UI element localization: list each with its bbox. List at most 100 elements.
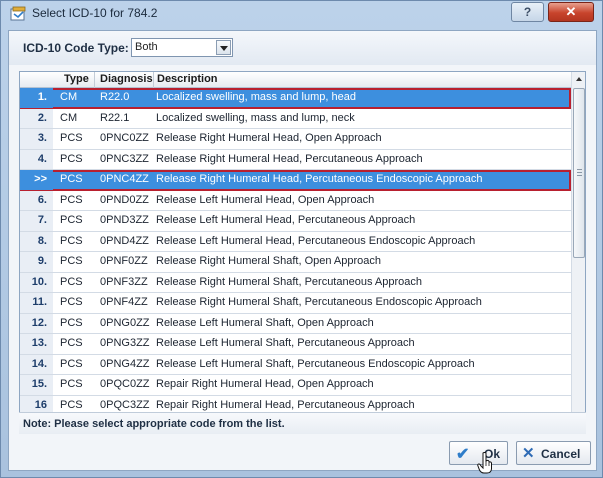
scroll-thumb[interactable] xyxy=(573,88,585,258)
row-description: Release Right Humeral Shaft, Percutaneou… xyxy=(156,296,482,308)
row-description: Release Right Humeral Shaft, Open Approa… xyxy=(156,255,382,267)
table-row[interactable]: 1. CM R22.0 Localized swelling, mass and lu… xyxy=(20,88,571,109)
row-description: Release Right Humeral Head, Percutaneous… xyxy=(156,173,483,185)
title-bar[interactable]: Select ICD-10 for 784.2 ? ✕ xyxy=(1,1,602,27)
row-number: 12. xyxy=(20,313,53,333)
row-number: 9. xyxy=(20,252,53,272)
row-number: 6. xyxy=(20,190,53,210)
row-type: PCS xyxy=(60,193,83,206)
table-row[interactable]: 13. PCS 0PNG3ZZ Release Left Humeral Shaft,… xyxy=(20,334,571,355)
table-row[interactable]: 14. PCS 0PNG4ZZ Release Left Humeral Shaft,… xyxy=(20,354,571,375)
grip-line xyxy=(577,175,582,176)
table-row[interactable]: 4. PCS 0PNC3ZZ Release Right Humeral Head, … xyxy=(20,149,571,170)
scroll-up-arrow-icon[interactable] xyxy=(572,72,585,87)
row-type: PCS xyxy=(60,234,83,247)
vertical-scrollbar[interactable] xyxy=(571,72,585,425)
row-number: 4. xyxy=(20,149,53,169)
close-button[interactable]: ✕ xyxy=(548,2,594,22)
row-number: 1. xyxy=(20,88,53,108)
row-diagnosis-code: R22.0 xyxy=(100,91,130,103)
grip-line xyxy=(577,169,582,170)
row-type: PCS xyxy=(60,337,83,349)
header-type[interactable]: Type xyxy=(64,73,89,85)
row-diagnosis-code: 0PNF4ZZ xyxy=(100,296,148,308)
list-rows: 1. CM R22.0 Localized swelling, mass and lu… xyxy=(20,88,571,416)
row-number: 13. xyxy=(20,334,53,354)
table-row[interactable]: 7. PCS 0PND3ZZ Release Left Humeral Head, P… xyxy=(20,211,571,232)
code-list: Type Diagnosis Description 1. CM R22.0 Loca… xyxy=(19,71,586,426)
row-type: PCS xyxy=(60,132,83,144)
table-row[interactable]: 12. PCS 0PNG0ZZ Release Left Humeral Shaft,… xyxy=(20,313,571,334)
cancel-label: Cancel xyxy=(541,447,581,461)
row-number: 14. xyxy=(20,354,53,374)
row-type: CM xyxy=(60,91,78,103)
note-text: Note: Please select appropriate code fro… xyxy=(23,418,285,430)
row-description: Release Left Humeral Shaft, Percutaneous… xyxy=(156,337,415,349)
row-number: 11. xyxy=(20,293,53,313)
table-row[interactable]: 8. PCS 0PND4ZZ Release Left Humeral Head, P… xyxy=(20,231,571,252)
row-description: Release Right Humeral Shaft, Percutaneou… xyxy=(156,275,422,288)
header-divider xyxy=(94,72,95,88)
row-type: PCS xyxy=(60,296,83,308)
chevron-down-icon[interactable] xyxy=(216,40,231,55)
table-row[interactable]: 3. PCS 0PNC0ZZ Release Right Humeral Head, … xyxy=(20,129,571,150)
row-description: Release Right Humeral Head, Open Approac… xyxy=(156,132,382,144)
row-description: Release Left Humeral Head, Percutaneous … xyxy=(156,214,416,226)
checkmark-icon: ✔ xyxy=(456,446,470,463)
row-type: PCS xyxy=(60,214,83,226)
row-type: PCS xyxy=(60,275,83,288)
table-row[interactable]: 9. PCS 0PNF0ZZ Release Right Humeral Shaft,… xyxy=(20,252,571,273)
table-row[interactable]: 2. CM R22.1 Localized swelling, mass and lu… xyxy=(20,108,571,129)
table-row[interactable]: 10. PCS 0PNF3ZZ Release Right Humeral Shaft… xyxy=(20,272,571,293)
code-type-dropdown[interactable]: Both xyxy=(131,38,233,57)
window-title: Select ICD-10 for 784.2 xyxy=(32,6,158,20)
row-diagnosis-code: 0PNG0ZZ xyxy=(100,316,150,329)
application-icon xyxy=(10,6,26,21)
header-divider xyxy=(153,72,154,88)
row-diagnosis-code: 0PNC0ZZ xyxy=(100,132,149,144)
row-type: CM xyxy=(60,111,78,124)
grip-line xyxy=(577,172,582,173)
row-diagnosis-code: 0PNC4ZZ xyxy=(100,173,149,185)
note-bar: Note: Please select appropriate code fro… xyxy=(19,412,586,434)
row-type: PCS xyxy=(60,152,83,165)
row-type: PCS xyxy=(60,173,83,185)
row-number: 15. xyxy=(20,375,53,395)
table-row[interactable]: 15. PCS 0PQC0ZZ Repair Right Humeral Head, … xyxy=(20,375,571,396)
row-description: Release Left Humeral Head, Percutaneous … xyxy=(156,234,476,247)
header-diagnosis[interactable]: Diagnosis xyxy=(100,73,153,85)
code-type-label: ICD-10 Code Type: xyxy=(23,41,129,55)
row-type: PCS xyxy=(60,357,83,370)
row-type: PCS xyxy=(60,316,83,329)
dialog-window: Select ICD-10 for 784.2 ? ✕ ICD-10 Code … xyxy=(0,0,603,478)
row-description: Localized swelling, mass and lump, head xyxy=(156,91,356,103)
row-description: Release Left Humeral Shaft, Percutaneous… xyxy=(156,357,475,370)
hand-pointer-icon xyxy=(477,452,492,474)
row-type: PCS xyxy=(60,255,83,267)
row-type: PCS xyxy=(60,378,83,390)
row-description: Release Left Humeral Head, Open Approach xyxy=(156,193,375,206)
row-diagnosis-code: 0PNC3ZZ xyxy=(100,152,149,165)
row-number: 10. xyxy=(20,272,53,292)
table-row[interactable]: >> PCS 0PNC4ZZ Release Right Humeral Head, … xyxy=(20,170,571,191)
row-description: Repair Right Humeral Head, Open Approach xyxy=(156,378,374,390)
row-diagnosis-code: R22.1 xyxy=(100,111,130,124)
row-diagnosis-code: 0PNG3ZZ xyxy=(100,337,150,349)
row-description: Localized swelling, mass and lump, neck xyxy=(156,111,355,124)
cancel-button[interactable]: ✕ Cancel xyxy=(516,441,591,465)
row-number: 3. xyxy=(20,129,53,149)
x-icon: ✕ xyxy=(522,445,535,462)
row-number: 7. xyxy=(20,211,53,231)
button-bar: ✔ Ok ✕ Cancel xyxy=(9,436,596,470)
row-diagnosis-code: 0PNF3ZZ xyxy=(100,275,148,288)
help-button[interactable]: ? xyxy=(511,2,544,22)
header-description[interactable]: Description xyxy=(157,73,218,85)
list-header: Type Diagnosis Description xyxy=(20,72,571,88)
row-description: Release Right Humeral Head, Percutaneous… xyxy=(156,152,423,165)
code-type-row: ICD-10 Code Type: Both xyxy=(9,31,596,65)
table-row[interactable]: 6. PCS 0PND0ZZ Release Left Humeral Head, O… xyxy=(20,190,571,211)
row-number: 8. xyxy=(20,231,53,251)
row-diagnosis-code: 0PND3ZZ xyxy=(100,214,149,226)
dialog-body: ICD-10 Code Type: Both Type Diagnosis De… xyxy=(8,30,597,471)
table-row[interactable]: 11. PCS 0PNF4ZZ Release Right Humeral Shaft… xyxy=(20,293,571,314)
